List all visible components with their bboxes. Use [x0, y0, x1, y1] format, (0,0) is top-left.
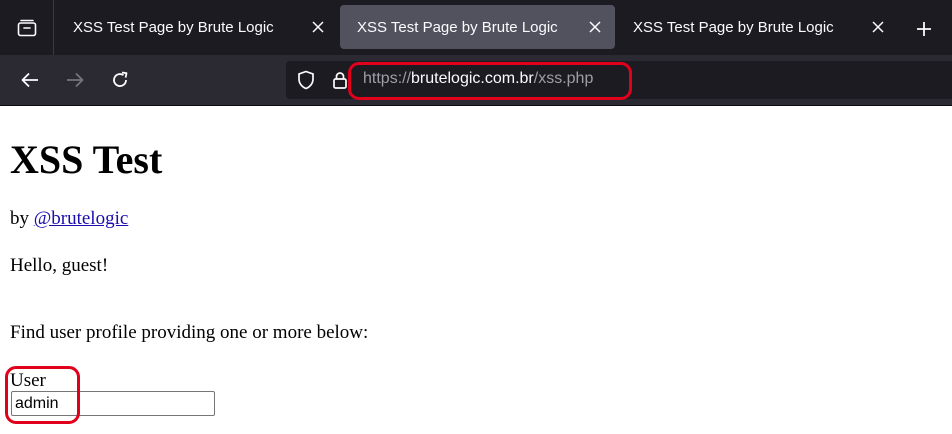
author-link[interactable]: @brutelogic	[34, 208, 129, 229]
shield-icon[interactable]	[296, 70, 316, 90]
tab-title: XSS Test Page by Brute Logic	[357, 18, 558, 36]
close-icon	[312, 21, 324, 33]
reload-icon	[113, 71, 128, 87]
byline: by @brutelogic	[10, 208, 128, 230]
new-tab-button[interactable]	[908, 13, 940, 45]
tab-close-button[interactable]	[864, 13, 892, 41]
greeting-text: Hello, guest!	[10, 255, 109, 276]
instruction-text: Find user profile providing one or more …	[10, 322, 369, 343]
tab-close-button[interactable]	[581, 13, 609, 41]
tab-1[interactable]: XSS Test Page by Brute Logic	[56, 5, 338, 49]
tab-strip: XSS Test Page by Brute Logic XSS Test Pa…	[0, 0, 952, 55]
tab-list-button[interactable]	[0, 0, 54, 55]
tab-list-icon	[17, 19, 36, 36]
plus-icon	[917, 22, 931, 36]
lock-icon[interactable]	[330, 70, 350, 90]
url-highlight-annotation	[348, 62, 632, 100]
tab-title: XSS Test Page by Brute Logic	[633, 18, 834, 36]
tab-3[interactable]: XSS Test Page by Brute Logic	[616, 5, 898, 49]
back-button[interactable]	[16, 66, 44, 94]
byline-prefix: by	[10, 208, 29, 229]
close-icon	[589, 21, 601, 33]
tab-2[interactable]: XSS Test Page by Brute Logic	[340, 5, 615, 49]
page-title: XSS Test	[10, 137, 163, 182]
arrow-left-icon	[21, 72, 38, 88]
close-icon	[872, 21, 884, 33]
tab-title: XSS Test Page by Brute Logic	[73, 18, 274, 36]
forward-button[interactable]	[61, 66, 89, 94]
tab-close-button[interactable]	[304, 13, 332, 41]
reload-button[interactable]	[106, 66, 134, 94]
user-field-highlight-annotation	[5, 366, 80, 424]
arrow-right-icon	[67, 72, 84, 88]
